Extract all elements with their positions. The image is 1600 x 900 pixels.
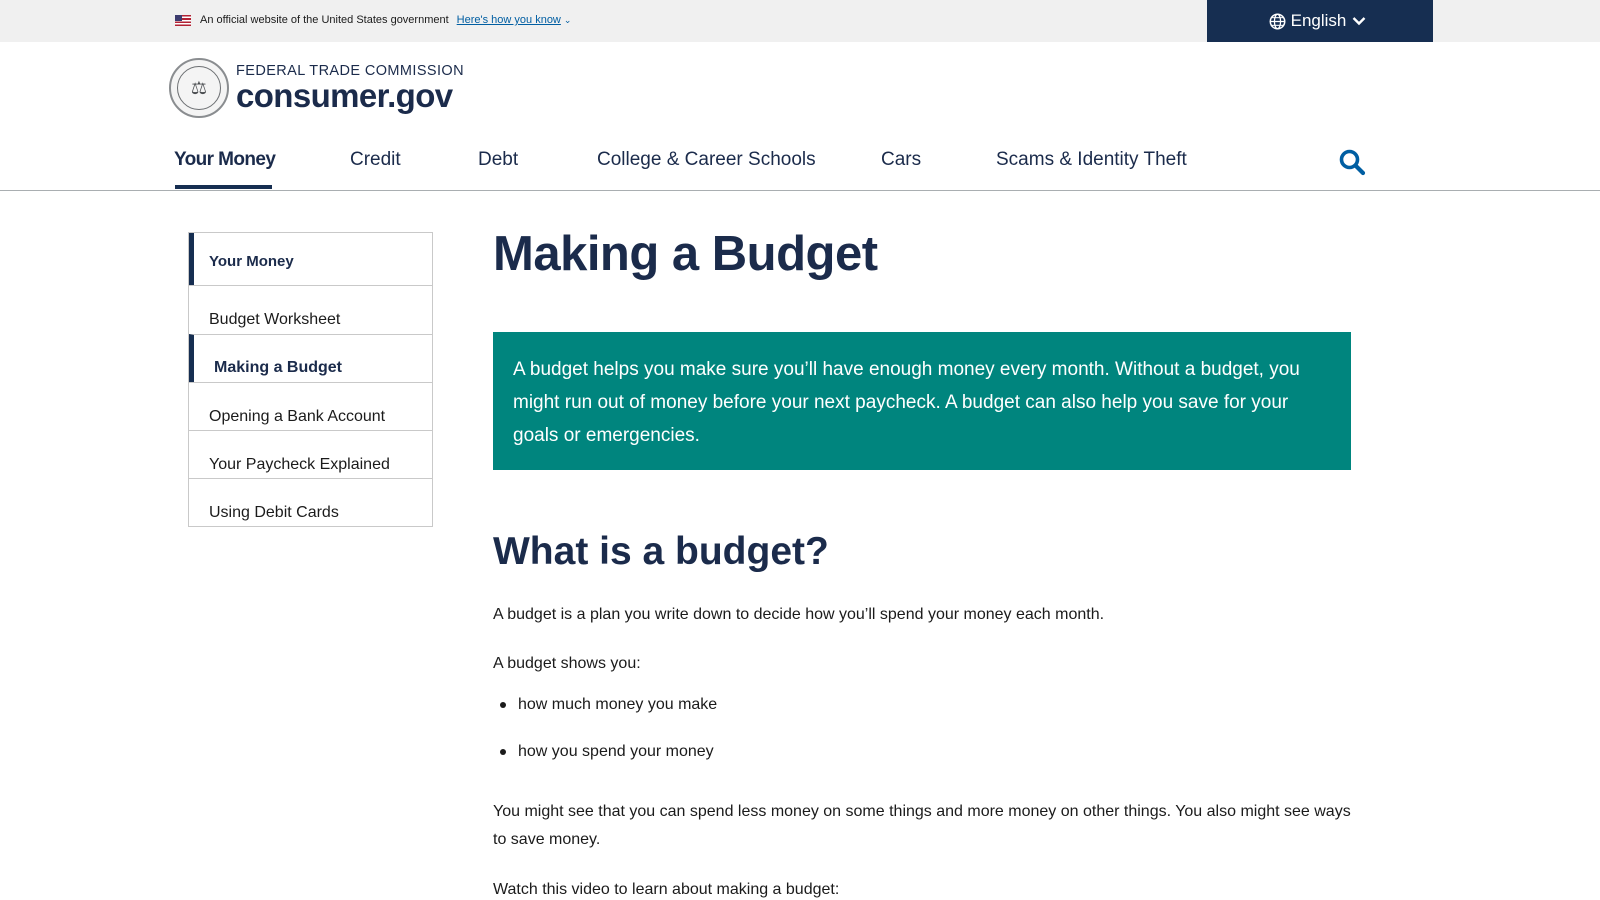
sidebar-item-label: Budget Worksheet bbox=[209, 311, 341, 328]
official-website-text: An official website of the United States… bbox=[200, 14, 449, 26]
list-item: how much money you make bbox=[493, 694, 717, 741]
chevron-down-icon[interactable]: ⌄ bbox=[564, 15, 572, 26]
nav-item-your-money[interactable]: Your Money bbox=[174, 149, 276, 171]
sidebar-item-using-debit-cards[interactable]: Using Debit Cards bbox=[189, 478, 432, 526]
language-label: English bbox=[1290, 11, 1347, 30]
nav-item-debt[interactable]: Debt bbox=[478, 149, 518, 171]
globe-icon bbox=[1269, 13, 1286, 29]
nav-item-college-career-schools[interactable]: College & Career Schools bbox=[597, 149, 816, 171]
sidebar-item-label: Your Paycheck Explained bbox=[209, 456, 390, 473]
sidebar-item-making-a-budget[interactable]: Making a Budget bbox=[189, 334, 432, 382]
gov-banner-content: An official website of the United States… bbox=[175, 14, 571, 26]
paragraph-shows-you: A budget shows you: bbox=[493, 655, 641, 672]
sidebar-item-your-paycheck-explained[interactable]: Your Paycheck Explained bbox=[189, 430, 432, 478]
site-name: consumer.gov bbox=[236, 77, 453, 114]
us-flag-icon bbox=[175, 14, 191, 26]
list-item: how you spend your money bbox=[493, 741, 717, 788]
sidebar-item-label: Making a Budget bbox=[214, 359, 343, 376]
ftc-seal-icon: ⚖ bbox=[169, 58, 229, 118]
paragraph-definition: A budget is a plan you write down to dec… bbox=[493, 606, 1105, 623]
nav-item-credit[interactable]: Credit bbox=[350, 149, 401, 171]
bullet-list: how much money you make how you spend yo… bbox=[493, 694, 717, 788]
sidebar-heading-your-money[interactable]: Your Money bbox=[189, 233, 432, 285]
page-title: Making a Budget bbox=[493, 227, 878, 281]
nav-item-cars[interactable]: Cars bbox=[881, 149, 921, 171]
search-button[interactable] bbox=[1338, 148, 1366, 176]
language-selector-button[interactable]: English bbox=[1207, 0, 1433, 42]
sidebar-item-label: Using Debit Cards bbox=[209, 504, 339, 521]
sidebar-item-opening-a-bank-account[interactable]: Opening a Bank Account bbox=[189, 382, 432, 430]
active-nav-indicator bbox=[175, 185, 272, 189]
paragraph-spend-less: You might see that you can spend less mo… bbox=[493, 803, 1351, 848]
sidebar-heading-label: Your Money bbox=[209, 253, 294, 270]
gov-banner: An official website of the United States… bbox=[0, 0, 1600, 42]
sidebar-item-budget-worksheet[interactable]: Budget Worksheet bbox=[189, 285, 432, 334]
site-logo[interactable]: ⚖ FEDERAL TRADE COMMISSION consumer.gov bbox=[169, 58, 464, 118]
intro-callout: A budget helps you make sure you’ll have… bbox=[493, 332, 1351, 470]
main-nav: Your Money Credit Debt College & Career … bbox=[0, 140, 1600, 191]
sidebar-nav: Your Money Budget Worksheet Making a Bud… bbox=[188, 232, 433, 527]
nav-item-scams-identity-theft[interactable]: Scams & Identity Theft bbox=[996, 149, 1187, 171]
section-heading: What is a budget? bbox=[493, 530, 829, 573]
chevron-down-icon bbox=[1353, 17, 1366, 26]
sidebar-item-label: Opening a Bank Account bbox=[209, 408, 386, 425]
search-icon bbox=[1339, 149, 1366, 176]
heres-how-you-know-link[interactable]: Here's how you know bbox=[457, 14, 561, 26]
paragraph-watch-video: Watch this video to learn about making a… bbox=[493, 881, 840, 898]
